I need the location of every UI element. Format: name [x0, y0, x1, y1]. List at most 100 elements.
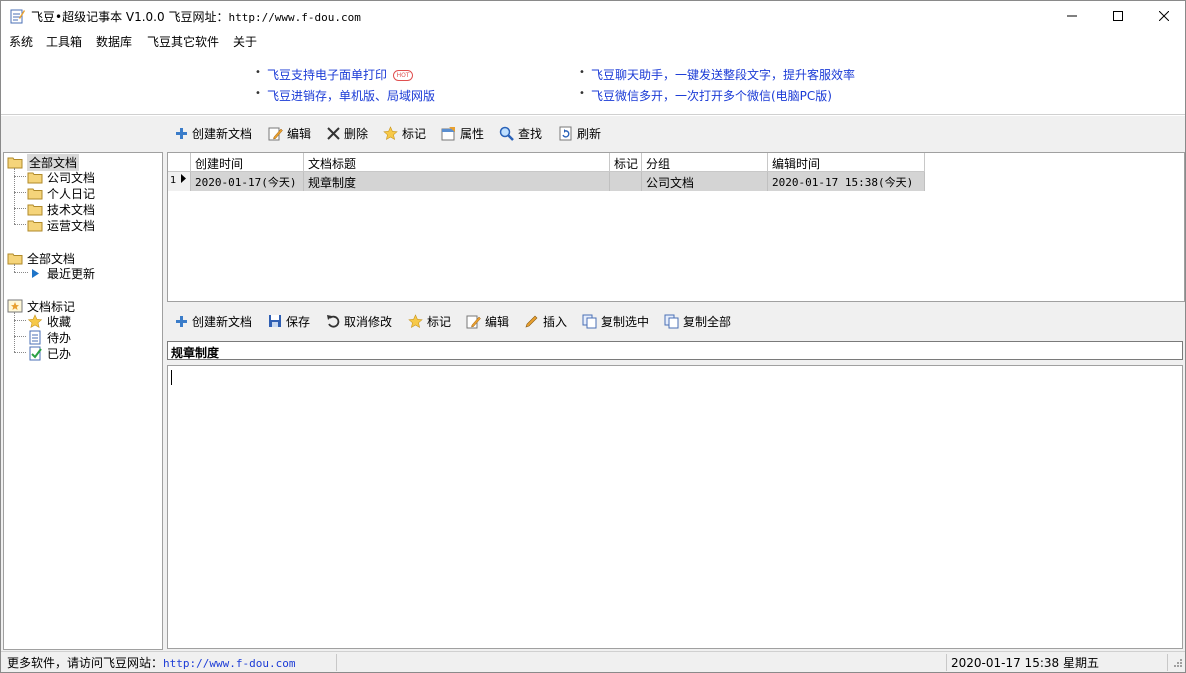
- promo-link-wechat-multi[interactable]: 飞豆微信多开，一次打开多个微信(电脑PC版): [591, 87, 832, 104]
- edit-label: 编辑: [485, 314, 510, 329]
- bullet: •: [255, 67, 261, 78]
- menu-database[interactable]: 数据库: [96, 33, 132, 50]
- status-separator: [336, 654, 337, 671]
- tree-node-label: 收藏: [47, 314, 72, 329]
- copy-selection-button[interactable]: 复制选中: [582, 312, 649, 330]
- copy-selection-label: 复制选中: [601, 314, 650, 329]
- mark-button-2[interactable]: 标记: [408, 312, 451, 330]
- cancel-changes-button[interactable]: 取消修改: [326, 312, 392, 330]
- status-separator: [946, 654, 947, 671]
- copy-icon: [582, 314, 597, 328]
- menu-system[interactable]: 系统: [9, 33, 33, 50]
- search-button[interactable]: 查找: [499, 124, 542, 142]
- cell-title: 规章制度: [304, 172, 610, 191]
- refresh-label: 刷新: [577, 126, 602, 141]
- column-header-group[interactable]: 分组: [642, 153, 768, 172]
- column-header-created-time[interactable]: 创建时间: [191, 153, 304, 172]
- delete-x-icon: [327, 126, 340, 140]
- promo-link-waybill[interactable]: 飞豆支持电子面单打印 HOT: [267, 66, 414, 83]
- close-button[interactable]: [1141, 1, 1185, 31]
- folder-icon: [27, 172, 43, 183]
- status-website-link[interactable]: http://www.f-dou.com: [163, 657, 295, 670]
- resize-grip-icon[interactable]: [1171, 658, 1183, 670]
- delete-button[interactable]: 删除: [327, 124, 368, 142]
- hot-badge: HOT: [393, 70, 414, 81]
- menu-bar: 系统 工具箱 数据库 飞豆其它软件 关于: [1, 31, 1185, 51]
- create-document-label: 创建新文档: [192, 314, 253, 329]
- maximize-button[interactable]: [1095, 1, 1141, 31]
- copy-all-button[interactable]: 复制全部: [664, 312, 731, 330]
- save-label: 保存: [286, 314, 311, 329]
- document-toolbar: 创建新文档 编辑 删除 标记 属性 查找 刷新: [169, 120, 669, 146]
- create-document-button[interactable]: 创建新文档: [175, 124, 252, 142]
- plus-icon: [176, 315, 187, 327]
- delete-label: 删除: [344, 126, 369, 141]
- tree-connector: [14, 208, 26, 209]
- cell-edited-time: 2020-01-17 15:38(今天): [768, 172, 925, 191]
- tree-node-favorites[interactable]: 收藏: [27, 313, 71, 329]
- document-editor[interactable]: [167, 365, 1183, 649]
- bullet: •: [579, 67, 585, 78]
- tree-connector: [14, 192, 26, 193]
- tree-connector: [14, 336, 26, 337]
- status-separator: [1167, 654, 1168, 671]
- folder-icon: [27, 220, 43, 231]
- tree-node-todo[interactable]: 待办: [27, 329, 71, 345]
- menu-about[interactable]: 关于: [233, 33, 257, 50]
- undo-icon: [327, 315, 340, 328]
- maximize-icon: [1113, 11, 1123, 21]
- minimize-button[interactable]: [1049, 1, 1095, 31]
- tree-node-company-docs[interactable]: 公司文档: [27, 169, 95, 185]
- tree-node-recent-updates[interactable]: 最近更新: [29, 265, 95, 281]
- refresh-icon: [559, 126, 572, 140]
- plus-icon: [176, 127, 187, 139]
- insert-button[interactable]: 插入: [524, 312, 567, 330]
- search-icon: [499, 126, 514, 141]
- properties-button[interactable]: 属性: [441, 124, 484, 142]
- tree-connector: [14, 312, 15, 352]
- properties-icon: [441, 126, 455, 140]
- create-document-button-2[interactable]: 创建新文档: [175, 312, 252, 330]
- window-title: 飞豆•超级记事本 V1.0.0 飞豆网址：http://www.f-dou.co…: [31, 8, 361, 25]
- edit-icon: [268, 127, 283, 140]
- row-number: 1: [170, 175, 177, 186]
- document-title-field[interactable]: 规章制度: [167, 341, 1183, 360]
- promo-link-chat-assistant[interactable]: 飞豆聊天助手，一键发送整段文字，提升客服效率: [591, 66, 855, 83]
- menu-other-software[interactable]: 飞豆其它软件: [147, 33, 219, 50]
- column-header-title[interactable]: 文档标题: [304, 153, 610, 172]
- cell-created-time: 2020-01-17(今天): [191, 172, 304, 191]
- edit-label: 编辑: [287, 126, 312, 141]
- cell-edited-time-value: 2020-01-17 15:38(今天): [772, 176, 914, 189]
- tree-node-personal-diary[interactable]: 个人日记: [27, 185, 95, 201]
- promo-link-inventory[interactable]: 飞豆进销存，单机版、局域网版: [267, 87, 435, 104]
- star-icon: [27, 313, 43, 328]
- status-datetime: 2020-01-17 15:38 星期五: [951, 656, 1099, 670]
- properties-label: 属性: [460, 126, 485, 141]
- column-header-edited-time[interactable]: 编辑时间: [768, 153, 925, 172]
- tree-connector: [14, 320, 26, 321]
- mark-button[interactable]: 标记: [383, 124, 426, 142]
- title-bar: 飞豆•超级记事本 V1.0.0 飞豆网址：http://www.f-dou.co…: [1, 1, 1185, 31]
- edit-button-2[interactable]: 编辑: [466, 312, 509, 330]
- tree-connector: [14, 264, 15, 272]
- status-more-software-label: 更多软件，请访问飞豆网站：: [7, 656, 164, 670]
- tree-node-done[interactable]: 已办: [27, 345, 71, 361]
- status-bar: 更多软件，请访问飞豆网站：http://www.f-dou.com 2020-0…: [1, 651, 1185, 672]
- tree-node-label: 待办: [47, 330, 72, 345]
- folder-icon: [27, 204, 43, 215]
- tree-node-tech-docs[interactable]: 技术文档: [27, 201, 95, 217]
- pencil-icon: [525, 315, 538, 327]
- edit-button[interactable]: 编辑: [268, 124, 311, 142]
- tree-node-label: 已办: [47, 346, 72, 361]
- cell-group: 公司文档: [642, 172, 768, 191]
- tree-node-operations-docs[interactable]: 运营文档: [27, 217, 95, 233]
- cell-created-time-value: 2020-01-17(今天): [195, 176, 297, 189]
- mark-label: 标记: [402, 126, 427, 141]
- status-more-software: 更多软件，请访问飞豆网站：http://www.f-dou.com: [7, 654, 295, 671]
- star-icon: [383, 125, 398, 140]
- column-header-mark[interactable]: 标记: [610, 153, 642, 172]
- minimize-icon: [1067, 15, 1077, 17]
- refresh-button[interactable]: 刷新: [559, 124, 601, 142]
- menu-toolbox[interactable]: 工具箱: [46, 33, 82, 50]
- save-button[interactable]: 保存: [268, 312, 310, 330]
